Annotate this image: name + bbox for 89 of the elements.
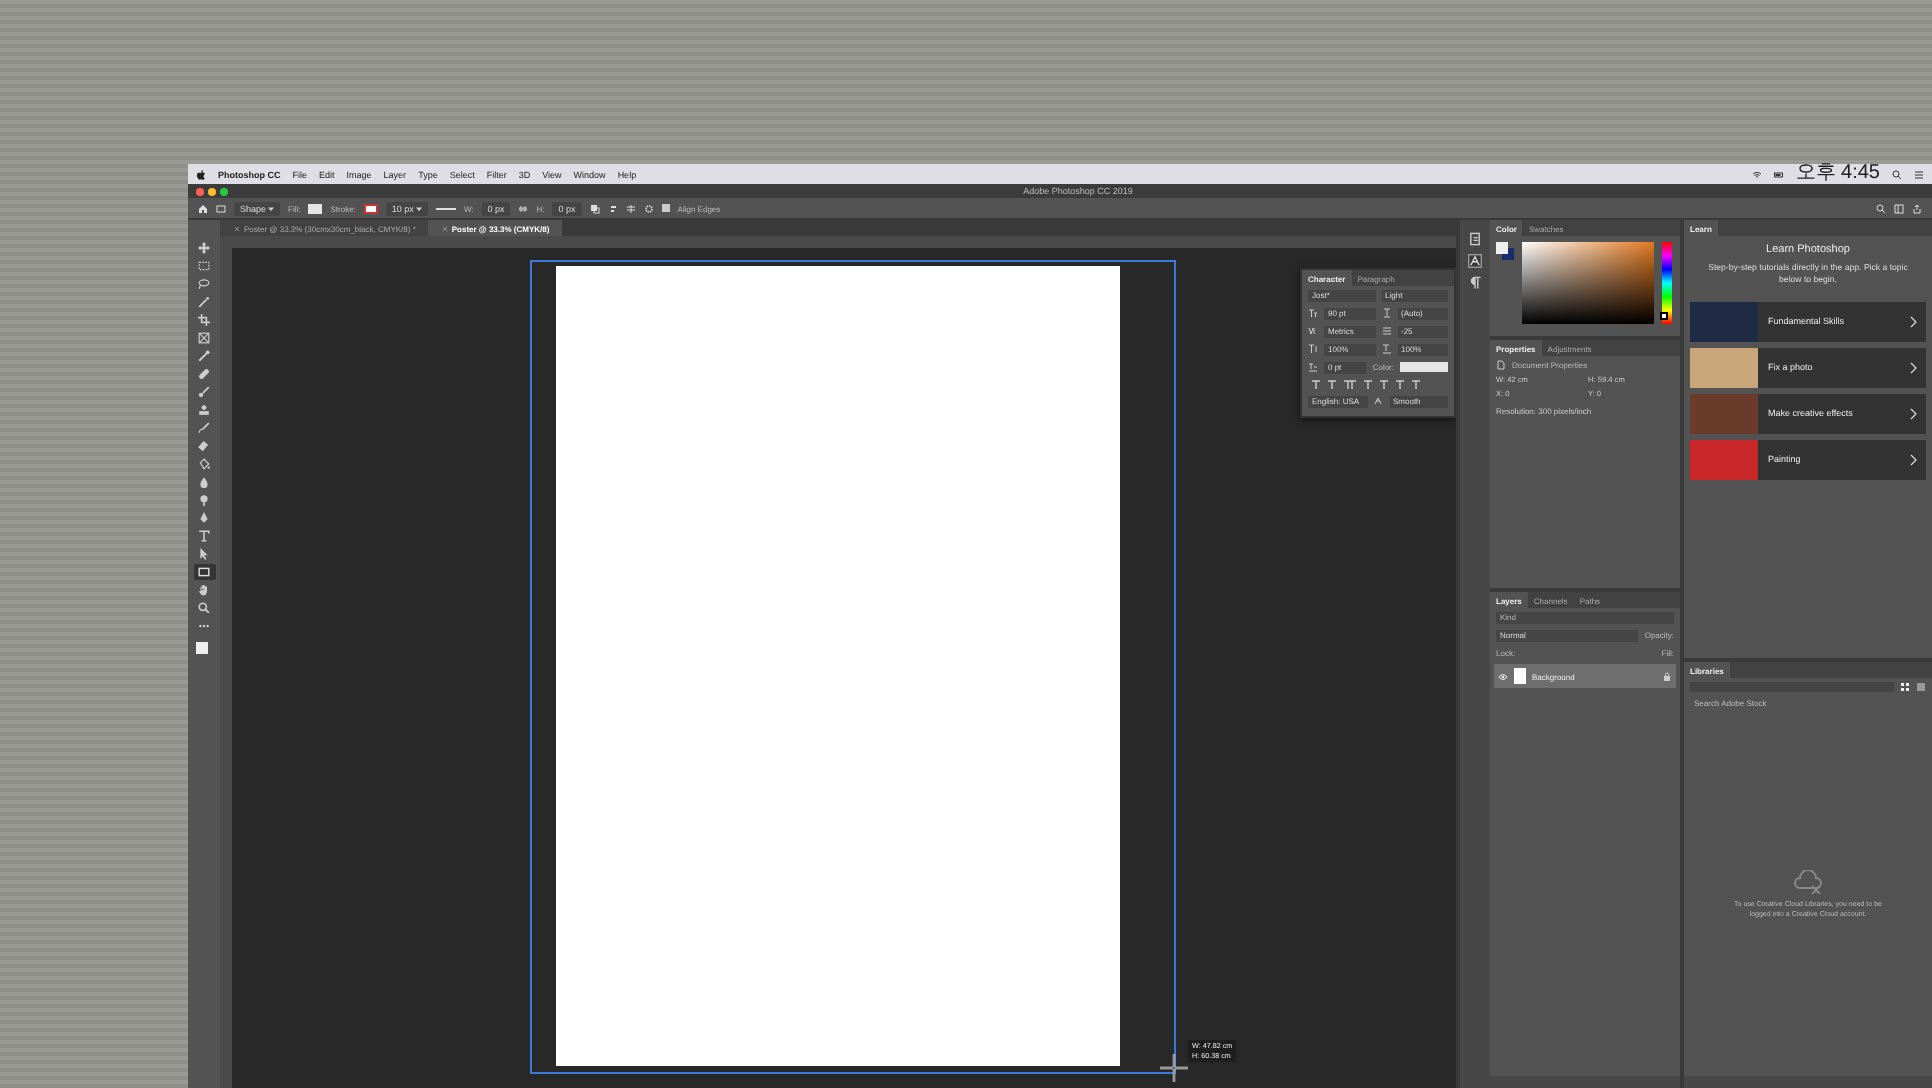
arrow-pointer-icon	[198, 548, 210, 560]
tool-button[interactable]	[193, 276, 215, 292]
hue-slider-thumb[interactable]	[1659, 311, 1667, 320]
close-button[interactable]	[196, 187, 204, 195]
zoom-button[interactable]	[220, 187, 228, 195]
minimize-button[interactable]	[208, 187, 216, 195]
cloud-disconnected-icon	[1794, 869, 1822, 894]
tool-button[interactable]	[193, 402, 215, 418]
stamp-icon	[198, 404, 210, 416]
close-icon[interactable]	[234, 225, 240, 231]
tool-button[interactable]	[193, 600, 215, 616]
brush-icon	[198, 386, 210, 398]
move-icon	[198, 242, 210, 254]
path-arrangement-icon	[625, 203, 636, 213]
eyedropper-icon	[198, 350, 210, 362]
menu-clock[interactable]: 오후 4:45	[1795, 164, 1880, 184]
text-color-swatch[interactable]	[1400, 362, 1448, 372]
vertical-scale-icon	[1308, 344, 1318, 354]
marquee-icon	[198, 260, 210, 272]
hand-icon	[198, 584, 210, 596]
chevron-right-icon	[1910, 407, 1918, 420]
pen-icon	[198, 512, 210, 524]
bandage-icon	[198, 368, 210, 380]
caret-icon	[268, 205, 275, 211]
eye-icon[interactable]	[1498, 671, 1508, 681]
grid-view-icon	[1900, 681, 1910, 691]
lasso-icon	[198, 278, 210, 290]
tool-button[interactable]	[193, 366, 215, 382]
wifi-icon	[1751, 169, 1762, 179]
leading-icon	[1381, 308, 1391, 318]
horizontal-scale-icon	[1381, 344, 1391, 354]
search-icon	[1876, 203, 1886, 213]
type-icon	[198, 530, 210, 542]
history-brush-icon	[198, 422, 210, 434]
tool-button[interactable]	[193, 420, 215, 436]
chevron-right-icon	[1910, 315, 1918, 328]
search-icon	[1892, 169, 1902, 179]
foreground-color-swatch[interactable]	[195, 642, 207, 654]
tool-button[interactable]	[193, 312, 215, 328]
chevron-right-icon	[1910, 453, 1918, 466]
path-alignment-icon	[607, 203, 618, 213]
paragraph-panel-icon[interactable]	[1468, 276, 1482, 290]
layer-thumbnail	[1514, 668, 1526, 684]
tool-button[interactable]	[193, 240, 215, 256]
fill-swatch[interactable]	[308, 203, 323, 213]
list-view-icon	[1916, 681, 1926, 691]
tracking-icon	[1381, 326, 1391, 336]
path-operations-icon	[589, 203, 600, 213]
kerning-icon	[1308, 326, 1318, 336]
menu-icon	[1914, 169, 1924, 179]
bucket-icon	[198, 458, 210, 470]
home-icon	[198, 203, 208, 213]
foreground-color-swatch[interactable]	[1496, 242, 1508, 254]
tool-button[interactable]	[193, 294, 215, 310]
battery-icon	[1773, 169, 1784, 179]
history-panel-icon[interactable]	[1468, 232, 1482, 246]
wand-icon	[198, 296, 210, 308]
color-field[interactable]	[1522, 242, 1654, 324]
stroke-type-line[interactable]	[435, 207, 456, 209]
tool-button[interactable]	[193, 528, 215, 544]
antialias-icon	[1373, 396, 1383, 406]
tool-button[interactable]	[193, 348, 215, 364]
rectangle-icon	[198, 566, 210, 578]
workspace-icon	[1894, 203, 1904, 213]
document-icon	[1496, 359, 1506, 369]
hue-slider[interactable]	[1662, 242, 1672, 324]
character-panel-icon[interactable]	[1468, 254, 1482, 268]
apple-logo-icon[interactable]	[196, 169, 206, 179]
frame-icon	[198, 332, 210, 344]
chevron-right-icon	[1910, 361, 1918, 374]
stroke-swatch[interactable]	[363, 203, 378, 213]
tool-button[interactable]	[193, 330, 215, 346]
eraser-icon	[198, 440, 210, 452]
zoom-icon	[198, 602, 210, 614]
tool-button[interactable]	[193, 564, 215, 580]
more-icon	[198, 620, 210, 632]
font-size-icon	[1308, 308, 1318, 318]
caret-icon	[415, 205, 422, 211]
drop-icon	[198, 476, 210, 488]
share-icon	[1912, 203, 1922, 213]
crop-icon	[198, 314, 210, 326]
link-icon	[518, 203, 529, 213]
baseline-shift-icon	[1308, 362, 1318, 372]
tool-button[interactable]	[193, 384, 215, 400]
gear-icon	[643, 203, 654, 213]
close-icon[interactable]	[441, 225, 448, 231]
align-edges-checkbox[interactable]	[661, 204, 670, 212]
rectangle-icon	[216, 203, 226, 213]
dodge-icon	[198, 494, 210, 506]
